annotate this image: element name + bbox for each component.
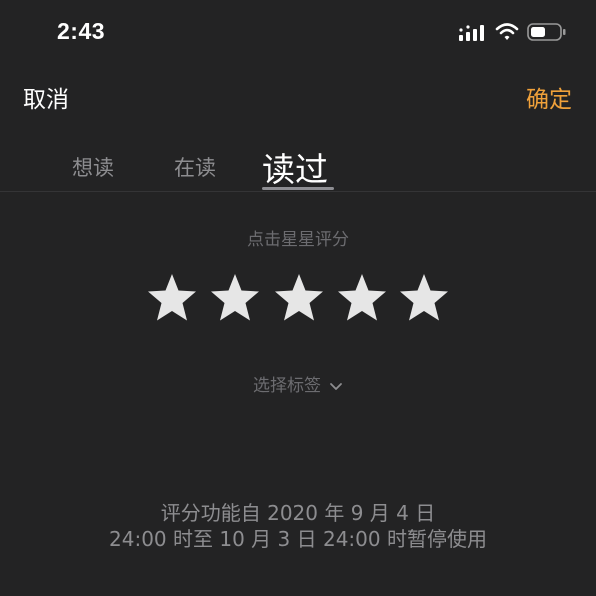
tab-want-to-read[interactable]: 想读 [72,152,114,182]
active-tab-indicator [262,187,334,190]
tab-reading[interactable]: 在读 [174,152,216,182]
notice-line-1: 评分功能自 2020 年 9 月 4 日 [160,501,436,525]
status-time: 2:43 [57,18,106,44]
confirm-button[interactable]: 确定 [526,80,572,114]
star-rating[interactable] [146,272,452,324]
star-icon[interactable] [146,272,198,324]
rating-suspended-notice: 评分功能自 2020 年 9 月 4 日 24:00 时至 10 月 3 日 2… [0,500,596,552]
rating-hint: 点击星星评分 [247,230,349,250]
star-icon[interactable] [209,272,261,324]
wifi-icon [495,23,519,40]
star-icon[interactable] [336,272,388,324]
tab-divider [0,191,596,192]
tab-read[interactable]: 读过 [262,143,328,191]
tag-selector-label: 选择标签 [253,376,321,396]
star-icon[interactable] [273,272,325,324]
notice-line-2: 24:00 时至 10 月 3 日 24:00 时暂停使用 [109,527,487,551]
chevron-down-icon [330,383,342,390]
battery-icon [527,23,566,41]
cancel-button[interactable]: 取消 [23,80,69,114]
star-icon[interactable] [398,272,450,324]
tag-selector[interactable]: 选择标签 [0,371,596,396]
cellular-signal-icon [459,25,484,41]
status-bar: 2:43 [0,0,596,64]
